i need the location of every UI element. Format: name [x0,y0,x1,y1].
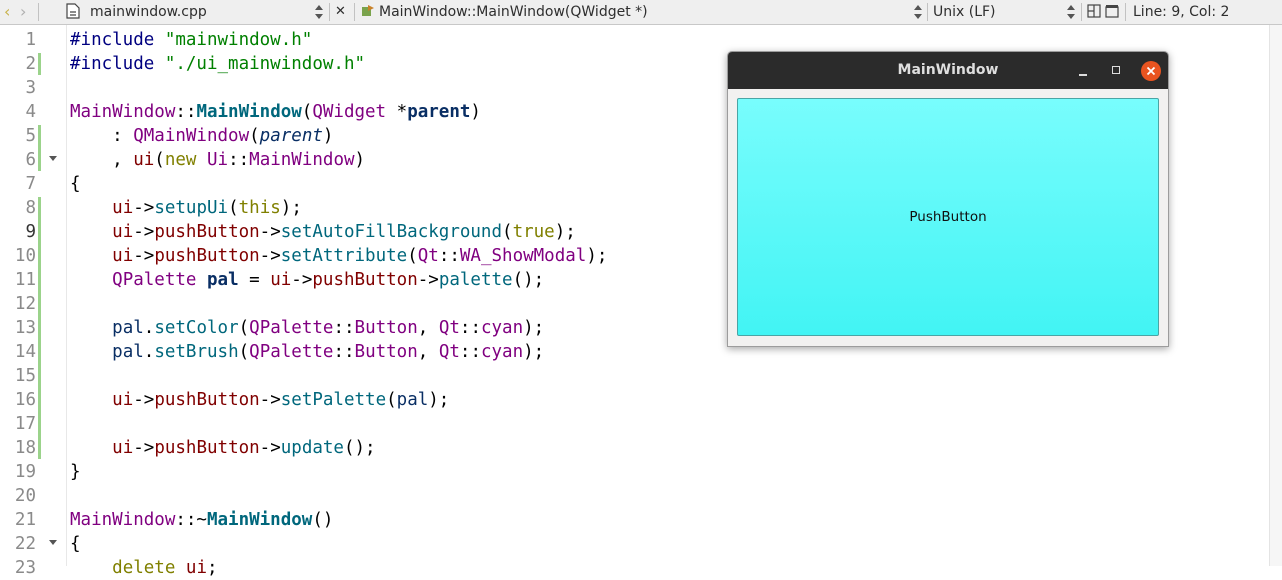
line-number: 11 [14,270,36,290]
code-line-18: ui->pushButton->update(); [112,438,376,458]
close-document-icon[interactable]: ✕ [335,0,346,24]
fold-arrow-icon[interactable] [49,540,57,545]
code-line-1: #include "mainwindow.h" [70,30,313,50]
cpp-file-icon [66,0,80,24]
line-number: 12 [14,294,36,314]
toolbar-divider [38,3,39,21]
toolbar-divider [329,3,330,21]
line-ending-arrows-icon[interactable] [1067,5,1075,19]
line-number: 2 [25,54,36,74]
line-number: 21 [14,510,36,530]
modified-line-marker [38,53,41,75]
code-line-9: ui->pushButton->setAutoFillBackground(tr… [112,222,576,242]
code-line-8: ui->setupUi(this); [112,198,302,218]
code-line-23: delete ui; [112,558,218,578]
window-titlebar[interactable]: MainWindow [728,52,1168,89]
line-number: 8 [25,198,36,218]
code-line-11: QPalette pal = ui->pushButton->palette()… [112,270,545,290]
file-selector[interactable]: mainwindow.cpp [90,0,207,24]
minimize-icon[interactable] [1073,61,1093,81]
toolbar-divider [1081,3,1082,21]
window-icon[interactable] [1105,0,1119,24]
code-line-22: { [70,534,81,554]
line-number: 16 [14,390,36,410]
editor-toolbar: ‹ › mainwindow.cpp ✕ MainWindow::MainWin… [0,0,1282,25]
symbol-selector[interactable]: MainWindow::MainWindow(QWidget *) [379,0,648,24]
cursor-position[interactable]: Line: 9, Col: 2 [1133,0,1229,24]
back-arrow-icon[interactable]: ‹ [4,0,10,24]
forward-arrow-icon[interactable]: › [20,0,26,24]
file-selector-arrows-icon[interactable] [315,5,323,19]
line-number: 3 [25,78,36,98]
code-line-21: MainWindow::~MainWindow() [70,510,334,530]
line-number: 13 [14,318,36,338]
line-number-current: 9 [25,222,36,242]
line-number-gutter: 1 2 3 4 5 6 7 8 9 10 11 12 13 14 15 16 1… [0,25,66,578]
line-number: 20 [14,486,36,506]
toolbar-divider [1125,3,1126,21]
gutter-divider [66,25,67,566]
code-line-10: ui->pushButton->setAttribute(Qt::WA_Show… [112,246,608,266]
line-number: 18 [14,438,36,458]
code-line-16: ui->pushButton->setPalette(pal); [112,390,450,410]
line-number: 4 [25,102,36,122]
line-number: 23 [14,558,36,578]
code-line-19: } [70,462,81,482]
code-line-14: pal.setBrush(QPalette::Button, Qt::cyan)… [112,342,545,362]
line-number: 15 [14,366,36,386]
symbol-icon [360,0,376,24]
line-number: 19 [14,462,36,482]
main-window: MainWindow PushButton [727,51,1169,347]
line-number: 6 [25,150,36,170]
modified-line-marker [38,125,41,171]
toolbar-divider [927,3,928,21]
line-number: 1 [25,30,36,50]
maximize-icon[interactable] [1107,61,1127,81]
code-line-5: : QMainWindow(parent) [70,126,334,146]
modified-line-marker [38,197,41,459]
line-number: 14 [14,342,36,362]
fold-arrow-icon[interactable] [49,156,57,161]
code-line-2: #include "./ui_mainwindow.h" [70,54,366,74]
symbol-selector-arrows-icon[interactable] [914,5,922,19]
code-line-13: pal.setColor(QPalette::Button, Qt::cyan)… [112,318,545,338]
line-number: 5 [25,126,36,146]
close-icon[interactable] [1141,61,1161,81]
window-title: MainWindow [897,62,999,78]
code-line-7: { [70,174,81,194]
code-line-4: MainWindow::MainWindow(QWidget *parent) [70,102,481,122]
toolbar-divider [354,3,355,21]
split-view-icon[interactable] [1087,0,1101,24]
line-number: 7 [25,174,36,194]
line-number: 17 [14,414,36,434]
line-number: 22 [14,534,36,554]
vertical-scrollbar[interactable] [1269,25,1282,566]
push-button[interactable]: PushButton [737,98,1159,336]
line-number: 10 [14,246,36,266]
line-ending-selector[interactable]: Unix (LF) [933,0,996,24]
code-line-6: , ui(new Ui::MainWindow) [70,150,366,170]
